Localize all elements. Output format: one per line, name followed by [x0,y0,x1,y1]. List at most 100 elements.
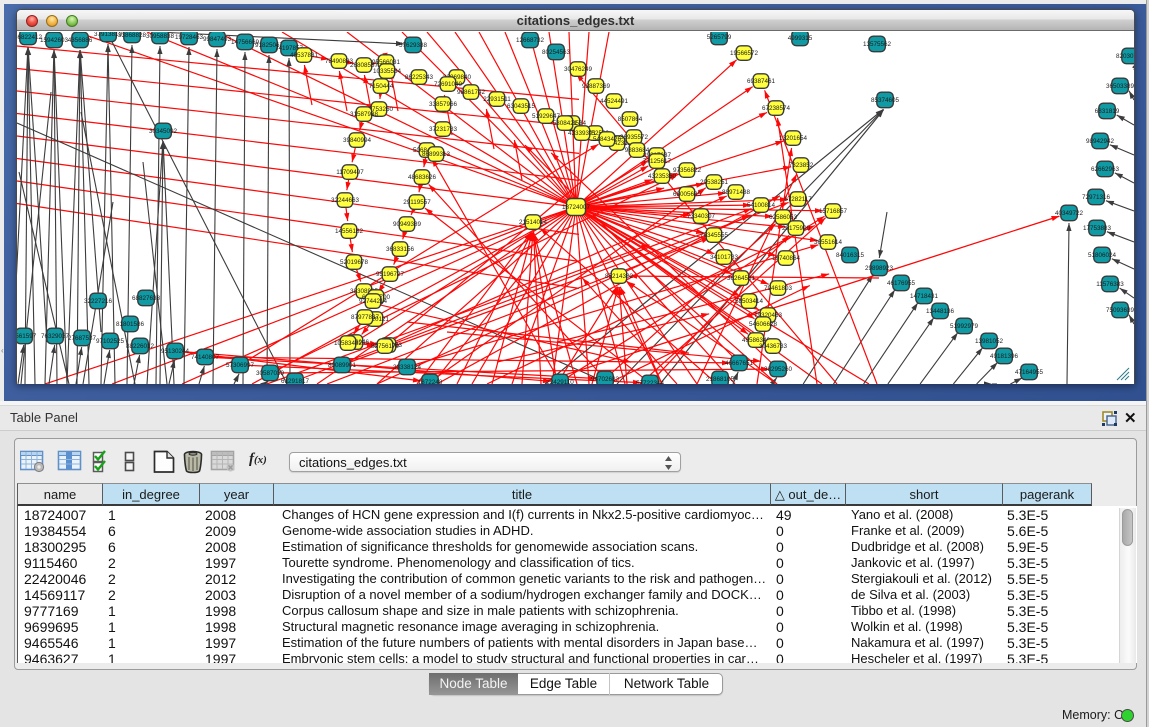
svg-text:61291817: 61291817 [281,378,310,384]
svg-text:6831819: 6831819 [1095,108,1120,115]
svg-text:8507864: 8507864 [618,116,643,123]
svg-text:88226012: 88226012 [126,343,155,350]
svg-text:79461803: 79461803 [764,285,793,292]
svg-text:68005685: 68005685 [673,191,702,198]
svg-text:98942942: 98942942 [1086,138,1115,145]
svg-text:86899313: 86899313 [422,151,451,158]
svg-text:63043515: 63043515 [507,103,536,110]
svg-text:80089901: 80089901 [328,362,357,369]
svg-text:75093639: 75093639 [1106,307,1134,314]
svg-text:97356822: 97356822 [673,167,702,174]
svg-text:7323852: 7323852 [789,162,814,169]
svg-text:29538251: 29538251 [700,179,729,186]
svg-text:97102525: 97102525 [96,338,125,345]
svg-text:86225343: 86225343 [405,74,434,81]
svg-text:27687537: 27687537 [68,335,97,342]
svg-text:36264581: 36264581 [727,275,756,282]
svg-text:84016315: 84016315 [836,252,865,259]
svg-text:1872248: 1872248 [418,379,443,384]
svg-text:69387461: 69387461 [747,78,776,85]
svg-text:40349722: 40349722 [1055,210,1084,217]
svg-text:37231783: 37231783 [429,126,458,133]
svg-text:62586053: 62586053 [769,214,798,221]
svg-text:86822412: 86822412 [17,34,42,41]
svg-text:38295260: 38295260 [764,366,793,373]
svg-text:22429110: 22429110 [546,379,574,384]
svg-text:30476249: 30476249 [564,66,593,73]
svg-text:57629388: 57629388 [399,42,428,49]
svg-text:18724007: 18724007 [562,204,591,211]
svg-text:58503414: 58503414 [735,298,764,305]
svg-text:85374605: 85374605 [871,97,900,104]
svg-text:47164955: 47164955 [1015,369,1044,376]
svg-text:74140807: 74140807 [191,354,220,361]
svg-text:54843426: 54843426 [593,136,622,143]
svg-text:14556182: 14556182 [335,228,364,235]
svg-text:87282117: 87282117 [784,196,812,203]
svg-text:36551614: 36551614 [814,239,843,246]
svg-text:32244663: 32244663 [331,197,360,204]
svg-text:4356886: 4356886 [68,37,93,44]
svg-text:29898923: 29898923 [865,265,894,272]
svg-text:48683626: 48683626 [408,174,437,181]
svg-text:92744214: 92744214 [359,298,388,305]
svg-text:30587039: 30587039 [256,370,285,377]
svg-text:72691040: 72691040 [434,81,463,88]
svg-text:95130244: 95130244 [161,348,190,355]
svg-text:19728463: 19728463 [175,34,204,41]
svg-text:5308421: 5308421 [553,120,578,127]
svg-text:46667651: 46667651 [725,360,754,367]
svg-text:5265799: 5265799 [707,34,732,41]
svg-text:57306997: 57306997 [226,362,255,369]
svg-text:15716857: 15716857 [819,208,848,215]
svg-text:12668732: 12668732 [516,37,545,44]
svg-text:10335534: 10335534 [373,68,402,75]
svg-text:19566572: 19566572 [730,50,759,57]
svg-text:76345555: 76345555 [700,232,729,239]
svg-text:51929647: 51929647 [532,113,561,120]
svg-text:43235350: 43235350 [648,173,677,180]
svg-text:34101783: 34101783 [710,254,739,261]
svg-text:38338124: 38338124 [393,364,422,371]
svg-text:30436733: 30436733 [759,343,788,350]
svg-text:13201654: 13201654 [779,135,808,142]
svg-text:49537831: 49537831 [290,52,319,59]
svg-text:51806024: 51806024 [1088,252,1117,259]
svg-text:11576383: 11576383 [1096,281,1124,288]
svg-text:72971316: 72971316 [1082,194,1111,201]
svg-text:57722344: 57722344 [636,380,665,384]
svg-text:7150444: 7150444 [369,83,394,90]
svg-text:98861742: 98861742 [457,89,486,96]
svg-text:99847493: 99847493 [203,36,232,43]
svg-text:88971488: 88971488 [722,189,751,196]
svg-text:92887369: 92887369 [582,83,611,90]
svg-text:67238574: 67238574 [762,105,791,112]
svg-text:21514014: 21514014 [519,219,548,226]
svg-text:51992979: 51992979 [950,323,979,330]
svg-text:62662963: 62662963 [1091,166,1120,173]
svg-text:30958838: 30958838 [146,33,175,40]
svg-text:36833156: 36833156 [386,246,415,253]
svg-text:36503389: 36503389 [1106,83,1134,90]
svg-text:90949389: 90949389 [393,221,422,228]
svg-text:22931511: 22931511 [483,96,511,103]
svg-text:15942603: 15942603 [40,37,69,44]
svg-text:13981052: 13981052 [975,338,1004,345]
svg-text:54100814: 54100814 [747,202,776,209]
svg-text:21868105: 21868105 [706,376,735,383]
svg-text:81801586: 81801586 [116,321,145,328]
svg-text:33868828: 33868828 [118,32,147,39]
svg-text:17753883: 17753883 [1083,225,1112,232]
svg-text:95196727: 95196727 [376,271,405,278]
svg-text:32227216: 32227216 [84,298,113,305]
svg-text:80254563: 80254563 [542,49,571,56]
svg-text:76329037: 76329037 [41,333,70,340]
svg-text:54606628: 54606628 [749,321,778,328]
svg-text:19740864: 19740864 [772,255,801,262]
svg-text:73340307: 73340307 [687,213,716,220]
svg-text:68827638: 68827638 [132,295,161,302]
svg-text:94702683: 94702683 [591,376,620,383]
svg-text:33857966: 33857966 [429,101,458,108]
svg-text:36935572: 36935572 [620,134,649,141]
svg-text:31587988: 31587988 [350,111,379,118]
